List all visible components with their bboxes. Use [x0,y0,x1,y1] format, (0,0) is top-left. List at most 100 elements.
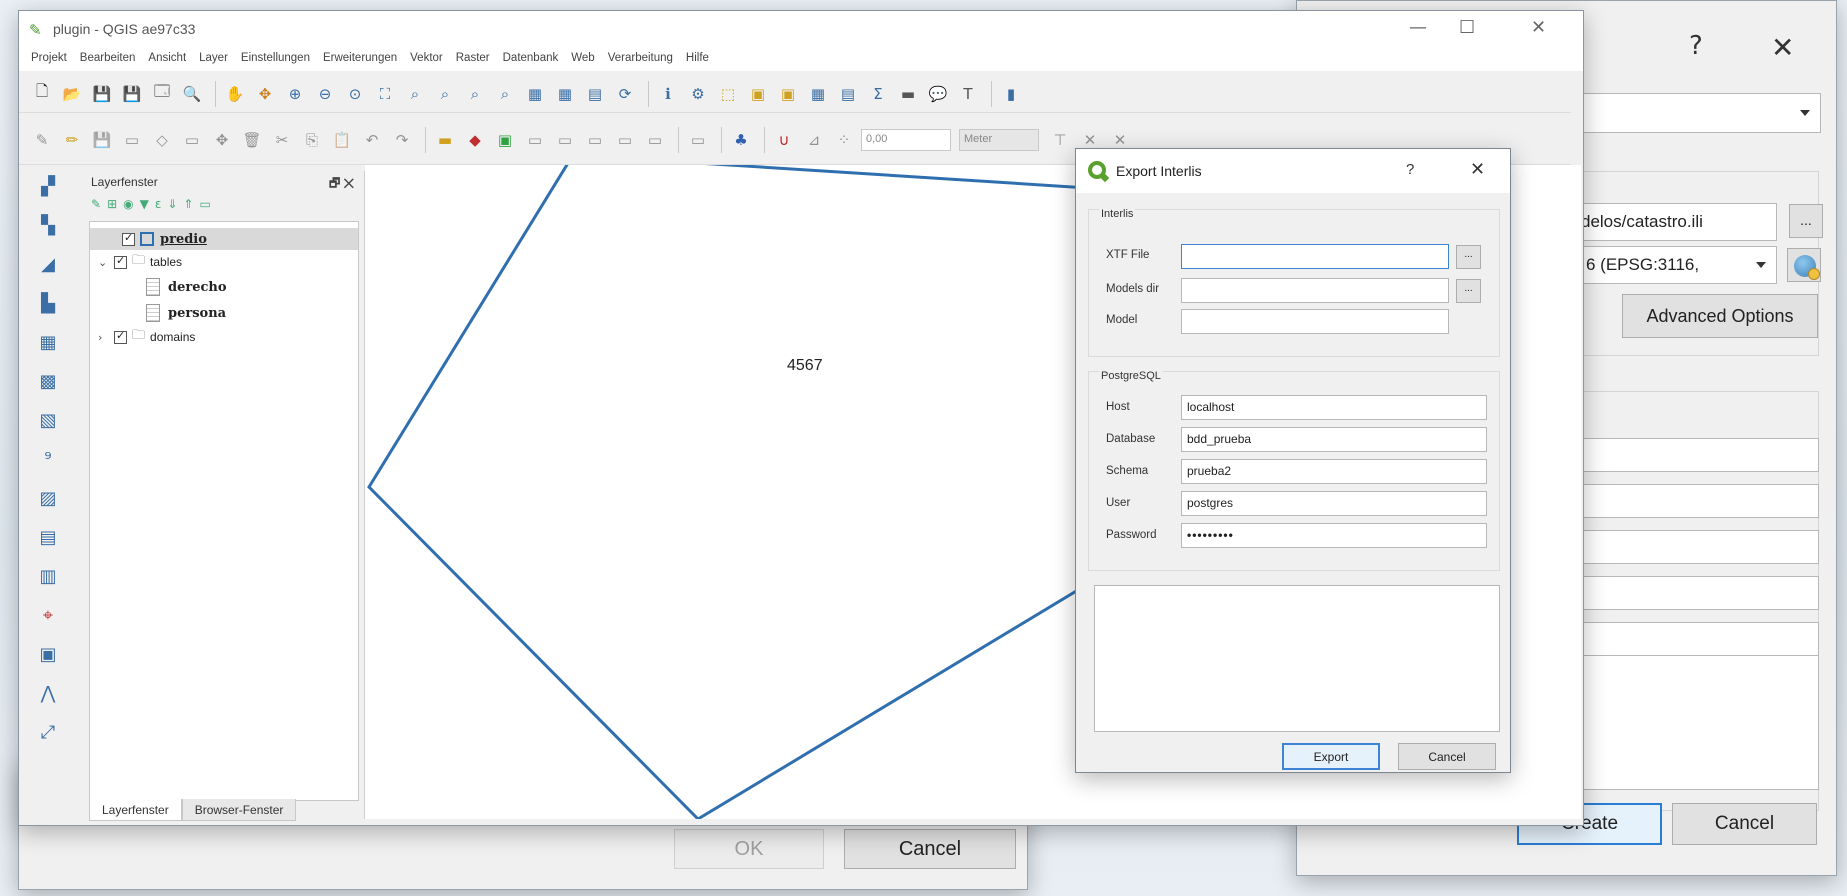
crs-selector-button[interactable] [1787,248,1821,282]
new-project-icon[interactable]: 🗋 [29,81,55,107]
zoom-full-icon[interactable]: ⛶ [372,81,398,107]
layer-row-predio[interactable]: predio [90,228,358,250]
help-button[interactable]: ? [1689,31,1703,61]
menu-hilfe[interactable]: Hilfe [686,47,709,71]
add-arcgis-layer-icon[interactable]: ▣ [33,639,63,669]
menu-vektor[interactable]: Vektor [410,47,443,71]
select-by-value-icon[interactable]: ▣ [745,81,771,107]
help-icon[interactable]: ▮ [998,81,1024,107]
rotate-label-icon[interactable]: ▭ [582,127,608,153]
filter-icon[interactable]: ▼ [140,197,149,211]
current-edits-icon[interactable]: ✎ [29,127,55,153]
save-project-icon[interactable]: 💾 [89,81,115,107]
add-wms-layer-icon[interactable]: ▨ [33,483,63,513]
add-group-icon[interactable]: ⊞ [107,197,117,211]
new-map-view-icon[interactable]: ▦ [522,81,548,107]
cancel-button[interactable]: Cancel [1672,803,1817,845]
filter-expression-icon[interactable]: ε [155,197,162,211]
new-print-layout-icon[interactable]: 🗔 [149,81,175,107]
expand-all-icon[interactable]: ⇓ [167,197,177,211]
xtf-browse-button[interactable]: ... [1456,245,1481,269]
map-tips-icon[interactable]: 💬 [925,81,951,107]
deselect-icon[interactable]: ▣ [775,81,801,107]
save-edits-icon[interactable]: 💾 [89,127,115,153]
host-field[interactable] [1583,438,1819,472]
move-feature-icon[interactable]: ✥ [209,127,235,153]
maximize-button[interactable]: ☐ [1459,17,1475,38]
show-hide-labels-icon[interactable]: ▭ [522,127,548,153]
host-input[interactable]: localhost [1181,395,1487,420]
group-row-tables[interactable]: ⌄ 🗀 tables [90,251,182,273]
cancel-button[interactable]: Cancel [1398,743,1496,770]
digitize-icon[interactable]: ▭ [119,127,145,153]
text-annotation-icon[interactable]: T [955,81,981,107]
model-input[interactable] [1181,309,1449,334]
pan-to-selection-icon[interactable]: ✥ [252,81,278,107]
tab-browser-fenster[interactable]: Browser-Fenster [181,799,297,821]
visibility-checkbox[interactable] [114,254,127,269]
pin-labels-icon[interactable]: ▣ [492,127,518,153]
remove-layer-icon[interactable]: ▭ [199,197,210,211]
add-gps-icon[interactable]: ⌖ [33,600,63,630]
save-as-icon[interactable]: 💾 [119,81,145,107]
snapping-tolerance-input[interactable]: 0,00 [861,128,951,151]
close-button[interactable]: ✕ [1531,17,1546,38]
visibility-checkbox[interactable] [122,231,135,246]
advanced-options-button[interactable]: Advanced Options [1622,294,1818,338]
attribute-table-icon[interactable]: ▦ [805,81,831,107]
change-label-icon[interactable]: ▭ [612,127,638,153]
menu-layer[interactable]: Layer [199,47,228,71]
manage-visibility-icon[interactable]: ◉ [123,197,133,211]
schema-field[interactable] [1583,530,1819,564]
cut-features-icon[interactable]: ✂ [269,127,295,153]
paste-features-icon[interactable]: 📋 [329,127,355,153]
unit-select[interactable]: Meter [959,128,1039,151]
zoom-in-icon[interactable]: ⊕ [282,81,308,107]
export-button[interactable]: Export [1282,743,1380,770]
copy-features-icon[interactable]: ⎘ [299,127,325,153]
intersection-icon[interactable]: ⊤ [1047,127,1073,153]
trace-icon[interactable]: ⊿ [801,127,827,153]
redo-icon[interactable]: ↷ [389,127,415,153]
zoom-next-icon[interactable]: ⌕ [492,81,518,107]
add-oracle-layer-icon[interactable]: ▧ [33,405,63,435]
visibility-checkbox[interactable] [114,329,127,344]
database-field[interactable] [1583,484,1819,518]
add-mesh-layer-icon[interactable]: ⋀ [33,678,63,708]
close-button[interactable]: ✕ [1771,31,1794,64]
diagram-tool-icon[interactable]: ◆ [462,127,488,153]
label-tool-icon[interactable]: ▬ [432,127,458,153]
vertex-tool-icon[interactable]: ◇ [149,127,175,153]
refresh-icon[interactable]: ⟳ [612,81,638,107]
chevron-down-icon[interactable]: ⌄ [98,256,110,269]
menu-datenbank[interactable]: Datenbank [503,47,559,71]
open-project-icon[interactable]: 📂 [59,81,85,107]
move-label-icon[interactable]: ▭ [552,127,578,153]
schema-input[interactable]: prueba2 [1181,459,1487,484]
zoom-out-icon[interactable]: ⊖ [312,81,338,107]
delete-selected-icon[interactable]: 🗑 [239,127,265,153]
menu-raster[interactable]: Raster [456,47,490,71]
ili-file-input[interactable]: delos/catastro.ili [1572,203,1777,241]
add-mssql-layer-icon[interactable]: ▩ [33,366,63,396]
menu-erweiterungen[interactable]: Erweiterungen [323,47,397,71]
connection-combo[interactable] [1582,93,1821,133]
field-calculator-icon[interactable]: ▤ [835,81,861,107]
ili-browse-button[interactable]: ... [1789,204,1823,238]
csw-icon[interactable]: ▭ [685,127,711,153]
style-icon[interactable]: ✎ [91,197,101,211]
tab-layerfenster[interactable]: Layerfenster [89,799,182,821]
chevron-right-icon[interactable]: › [98,331,110,344]
add-spatialite-layer-icon[interactable]: ▦ [33,327,63,357]
models-dir-input[interactable] [1181,278,1449,303]
group-row-domains[interactable]: › 🗀 domains [90,326,195,348]
statistics-icon[interactable]: Σ [865,81,891,107]
bookmarks-icon[interactable]: ▤ [582,81,608,107]
toggle-editing-icon[interactable]: ✏ [59,127,85,153]
help-button[interactable]: ? [1406,161,1414,178]
user-input[interactable]: postgres [1181,491,1487,516]
models-dir-browse-button[interactable]: ... [1456,279,1481,303]
undo-icon[interactable]: ↶ [359,127,385,153]
snapping-icon[interactable]: ∪ [771,127,797,153]
select-features-icon[interactable]: ⬚ [715,81,741,107]
